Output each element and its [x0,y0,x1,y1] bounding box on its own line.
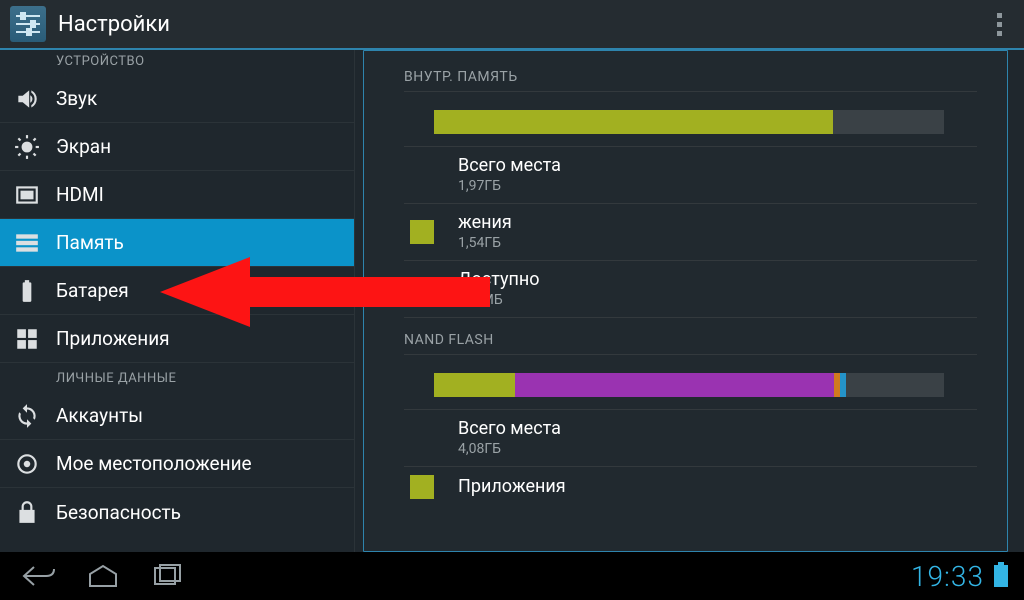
nav-label: Аккаунты [56,404,143,427]
sync-icon [14,403,40,429]
bar-seg-apps [434,373,515,397]
stat-label: жения [458,212,512,234]
stat-label: Всего места [458,418,561,440]
nav-item-battery[interactable]: Батарея [0,267,354,315]
nav-item-apps[interactable]: Приложения [0,315,354,363]
hdmi-icon [14,182,40,208]
battery-status-icon[interactable] [994,565,1008,587]
apps-icon [14,326,40,352]
nav-label: HDMI [56,183,104,206]
section-internal: ВНУТР. ПАМЯТЬ [404,61,977,92]
recents-button[interactable] [144,561,190,591]
app-bar: Настройки [0,0,1024,50]
bar-seg-apps [434,110,833,134]
status-clock[interactable]: 19:33 [911,560,984,593]
nav-label: Мое местоположение [56,452,252,475]
stat-apps-internal[interactable]: жения 1,54ГБ [404,204,977,261]
settings-icon [10,6,46,42]
system-bar: 19:33 [0,552,1024,600]
storage-detail-panel: ВНУТР. ПАМЯТЬ Всего места 1,97ГБ [363,50,1008,552]
internal-usage-bar[interactable] [404,92,977,147]
nav-label: Батарея [56,279,129,302]
stat-total-internal[interactable]: Всего места 1,97ГБ [404,147,977,204]
battery-icon [14,278,40,304]
nav-label: Память [56,231,124,254]
nav-label: Безопасность [56,501,181,524]
overflow-menu-button[interactable] [984,13,1024,36]
color-swatch-apps [410,220,434,244]
color-swatch-apps [410,475,434,499]
nav-section-personal: ЛИЧНЫЕ ДАННЫЕ [0,363,354,392]
sound-icon [14,86,40,112]
bar-seg-free [846,373,944,397]
back-button[interactable] [16,561,62,591]
nav-section-device: УСТРОЙСТВО [0,52,354,75]
stat-value: 369МБ [458,291,540,309]
storage-icon [14,230,40,256]
nav-item-hdmi[interactable]: HDMI [0,171,354,219]
lock-icon [14,499,40,525]
nav-item-security[interactable]: Безопасность [0,488,354,536]
location-icon [14,451,40,477]
nav-label: Звук [56,87,97,110]
stat-value: 4,08ГБ [458,440,561,458]
stat-avail-internal[interactable]: Доступно 369МБ [404,261,977,318]
stat-label: Доступно [458,269,540,291]
nav-item-location[interactable]: Мое местоположение [0,440,354,488]
stat-label: Всего места [458,155,561,177]
nav-item-sound[interactable]: Звук [0,75,354,123]
nand-usage-bar[interactable] [404,355,977,410]
brightness-icon [14,134,40,160]
nav-label: Экран [56,135,111,158]
nav-label: Приложения [56,327,170,350]
stat-value: 1,54ГБ [458,234,512,252]
stat-label: Приложения [458,476,566,498]
stat-total-nand[interactable]: Всего места 4,08ГБ [404,410,977,467]
stat-apps-nand[interactable]: Приложения [404,467,977,507]
stat-value: 1,97ГБ [458,177,561,195]
page-title: Настройки [58,12,170,37]
section-nand: NAND FLASH [404,324,977,355]
bar-seg-media [515,373,834,397]
nav-item-display[interactable]: Экран [0,123,354,171]
color-swatch-free [410,277,434,301]
nav-item-accounts[interactable]: Аккаунты [0,392,354,440]
bar-seg-free [833,110,929,134]
nav-item-storage[interactable]: Память [0,219,354,267]
settings-nav: УСТРОЙСТВО Звук Экран HDMI [0,50,355,552]
home-button[interactable] [80,561,126,591]
